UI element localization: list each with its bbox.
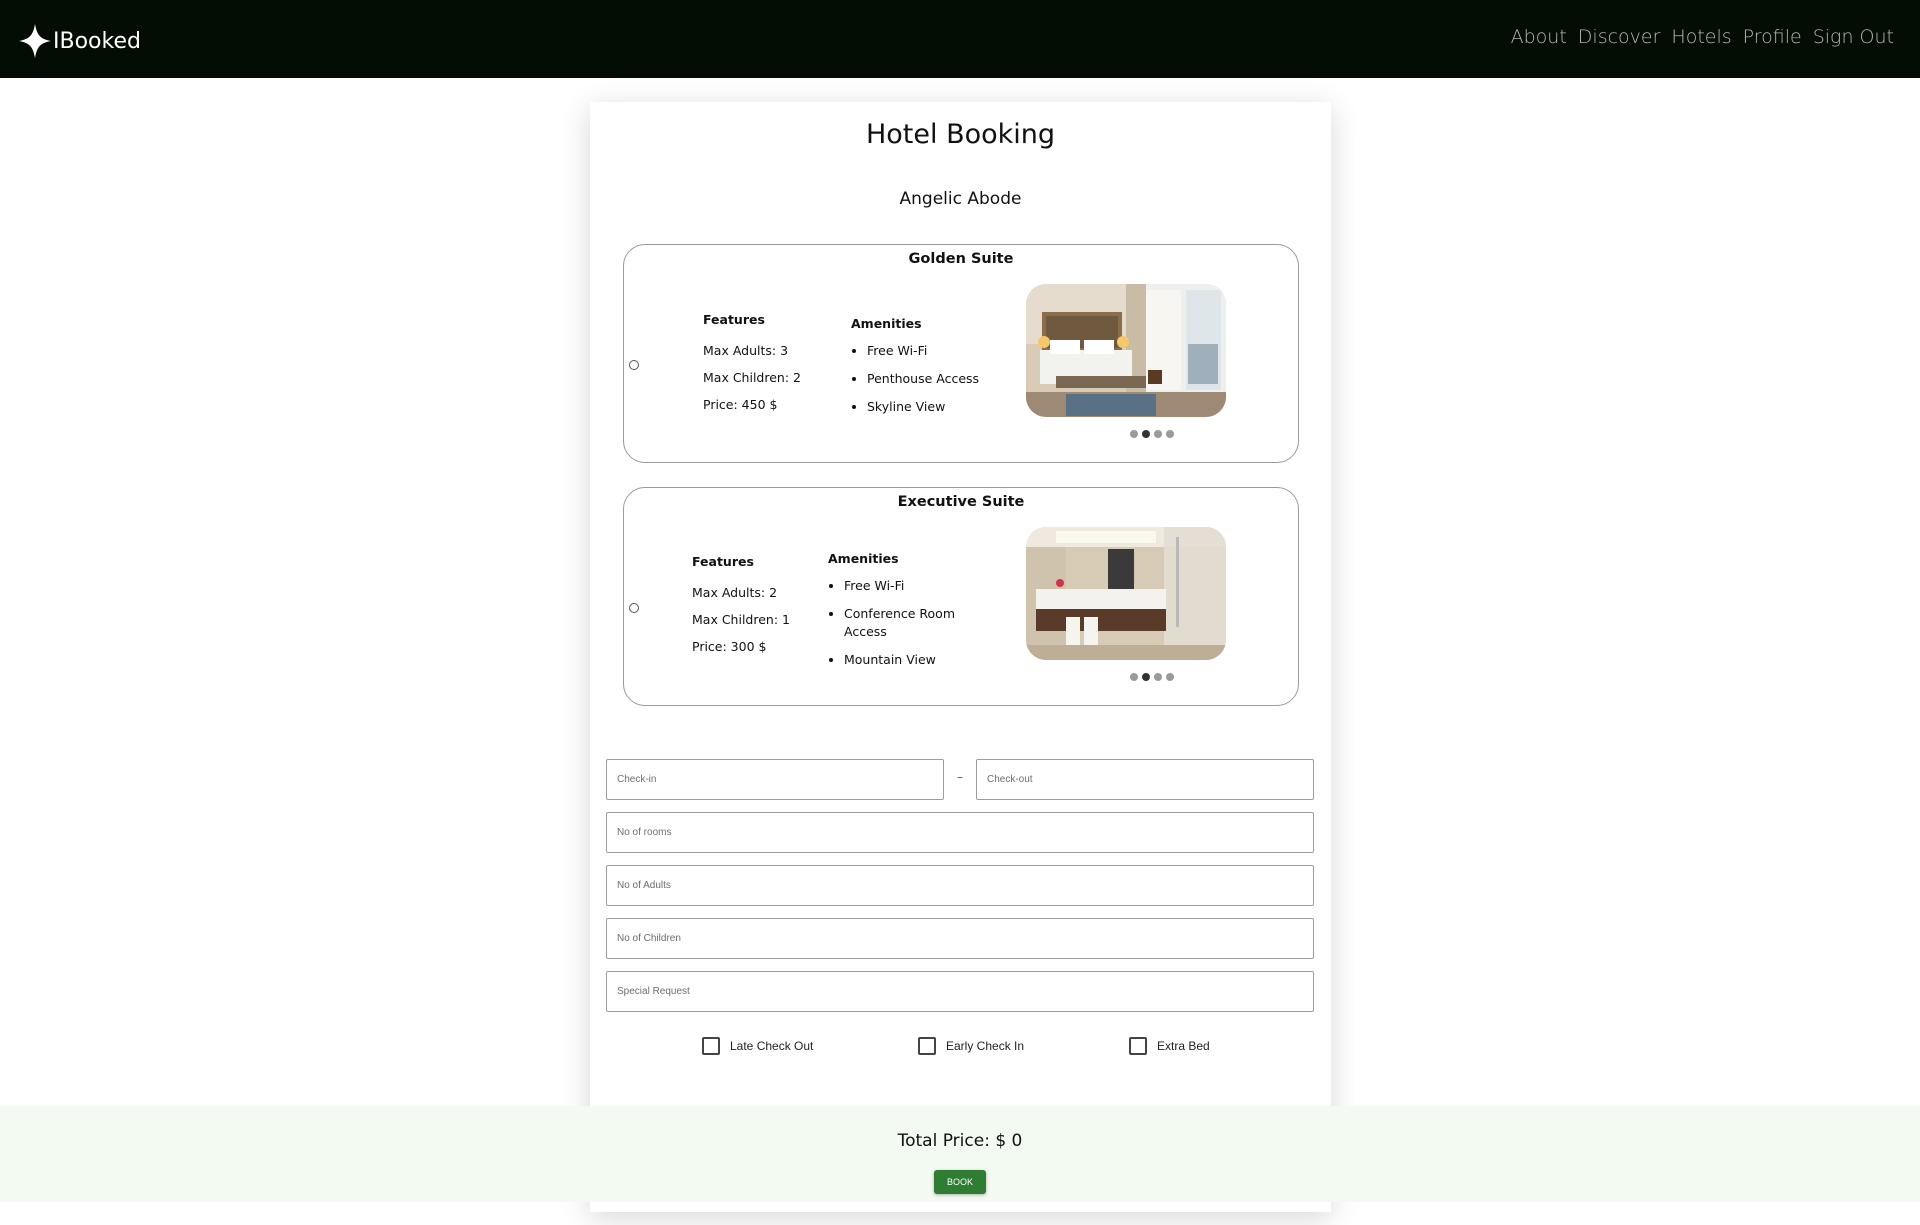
feature-price: Price: 450 $ bbox=[703, 397, 778, 412]
nav-link-hotels[interactable]: Hotels bbox=[1671, 26, 1731, 48]
late-check-out-checkbox[interactable] bbox=[702, 1037, 720, 1055]
room-option-golden-suite[interactable]: Golden Suite Features Max Adults: 3 Max … bbox=[623, 244, 1299, 463]
carousel-dot-active[interactable] bbox=[1142, 673, 1150, 681]
room-select-radio[interactable] bbox=[629, 603, 639, 613]
extra-bed-checkbox[interactable] bbox=[1129, 1037, 1147, 1055]
amenity-item: Conference Room Access bbox=[844, 605, 968, 641]
room-title: Executive Suite bbox=[897, 494, 1025, 510]
early-check-in-option[interactable]: Early Check In bbox=[918, 1037, 1024, 1055]
features-block: Features Max Adults: 3 Max Children: 2 P… bbox=[703, 312, 801, 412]
diamond-logo-icon bbox=[19, 24, 51, 58]
amenity-item: Penthouse Access bbox=[867, 370, 979, 388]
navbar: IBooked About Discover Hotels Profile Si… bbox=[0, 0, 1920, 78]
carousel-indicators bbox=[1130, 673, 1174, 681]
date-separator: – bbox=[957, 770, 963, 784]
extra-bed-label: Extra Bed bbox=[1157, 1039, 1210, 1053]
room-select-radio[interactable] bbox=[629, 360, 639, 370]
early-check-in-label: Early Check In bbox=[946, 1039, 1025, 1053]
book-button[interactable]: BOOK bbox=[934, 1170, 986, 1194]
brand[interactable]: IBooked bbox=[19, 24, 141, 58]
feature-max-adults: Max Adults: 3 bbox=[703, 343, 789, 358]
room-title: Golden Suite bbox=[908, 251, 1014, 267]
carousel-dot[interactable] bbox=[1166, 673, 1174, 681]
amenity-item: Mountain View bbox=[844, 651, 968, 669]
amenities-list: Free Wi-Fi Penthouse Access Skyline View bbox=[851, 342, 979, 416]
amenities-heading: Amenities bbox=[828, 551, 899, 566]
hotel-name: Angelic Abode bbox=[899, 189, 1022, 209]
carousel-dot-active[interactable] bbox=[1142, 430, 1150, 438]
check-in-input[interactable] bbox=[606, 759, 944, 800]
amenities-heading: Amenities bbox=[851, 316, 922, 331]
features-heading: Features bbox=[692, 554, 754, 569]
check-out-input[interactable] bbox=[976, 759, 1314, 800]
carousel-indicators bbox=[1130, 430, 1174, 438]
nav-link-discover[interactable]: Discover bbox=[1578, 26, 1661, 48]
nav-link-sign-out[interactable]: Sign Out bbox=[1813, 26, 1894, 48]
late-check-out-label: Late Check Out bbox=[730, 1039, 814, 1053]
late-check-out-option[interactable]: Late Check Out bbox=[702, 1037, 813, 1055]
children-count-input[interactable] bbox=[606, 918, 1314, 959]
nav-link-profile[interactable]: Profile bbox=[1743, 26, 1802, 48]
feature-price: Price: 300 $ bbox=[692, 639, 767, 654]
carousel-dot[interactable] bbox=[1130, 673, 1138, 681]
feature-max-children: Max Children: 2 bbox=[703, 370, 801, 385]
amenities-block: Amenities Free Wi-Fi Conference Room Acc… bbox=[828, 551, 968, 679]
special-request-input[interactable] bbox=[606, 971, 1314, 1012]
nav-link-about[interactable]: About bbox=[1511, 26, 1567, 48]
early-check-in-checkbox[interactable] bbox=[918, 1037, 936, 1055]
extra-bed-option[interactable]: Extra Bed bbox=[1129, 1037, 1210, 1055]
page-title: Hotel Booking bbox=[865, 119, 1056, 150]
brand-name: IBooked bbox=[53, 28, 141, 54]
bathroom-photo[interactable] bbox=[1026, 527, 1226, 660]
nav-links: About Discover Hotels Profile Sign Out bbox=[1500, 26, 1894, 48]
feature-max-children: Max Children: 1 bbox=[692, 612, 790, 627]
adults-count-input[interactable] bbox=[606, 865, 1314, 906]
total-price: Total Price: $ 0 bbox=[897, 1131, 1023, 1151]
amenity-item: Free Wi-Fi bbox=[844, 577, 968, 595]
amenity-item: Free Wi-Fi bbox=[867, 342, 979, 360]
amenities-list: Free Wi-Fi Conference Room Access Mounta… bbox=[828, 577, 968, 669]
carousel-dot[interactable] bbox=[1154, 673, 1162, 681]
feature-max-adults: Max Adults: 2 bbox=[692, 585, 778, 600]
carousel-dot[interactable] bbox=[1130, 430, 1138, 438]
carousel-dot[interactable] bbox=[1166, 430, 1174, 438]
rooms-count-input[interactable] bbox=[606, 812, 1314, 853]
carousel-dot[interactable] bbox=[1154, 430, 1162, 438]
features-heading: Features bbox=[703, 312, 765, 327]
features-block: Features Max Adults: 2 Max Children: 1 P… bbox=[692, 554, 790, 654]
amenities-block: Amenities Free Wi-Fi Penthouse Access Sk… bbox=[851, 316, 979, 426]
bedroom-photo[interactable] bbox=[1026, 284, 1226, 417]
room-option-executive-suite[interactable]: Executive Suite Features Max Adults: 2 M… bbox=[623, 487, 1299, 706]
amenity-item: Skyline View bbox=[867, 398, 979, 416]
